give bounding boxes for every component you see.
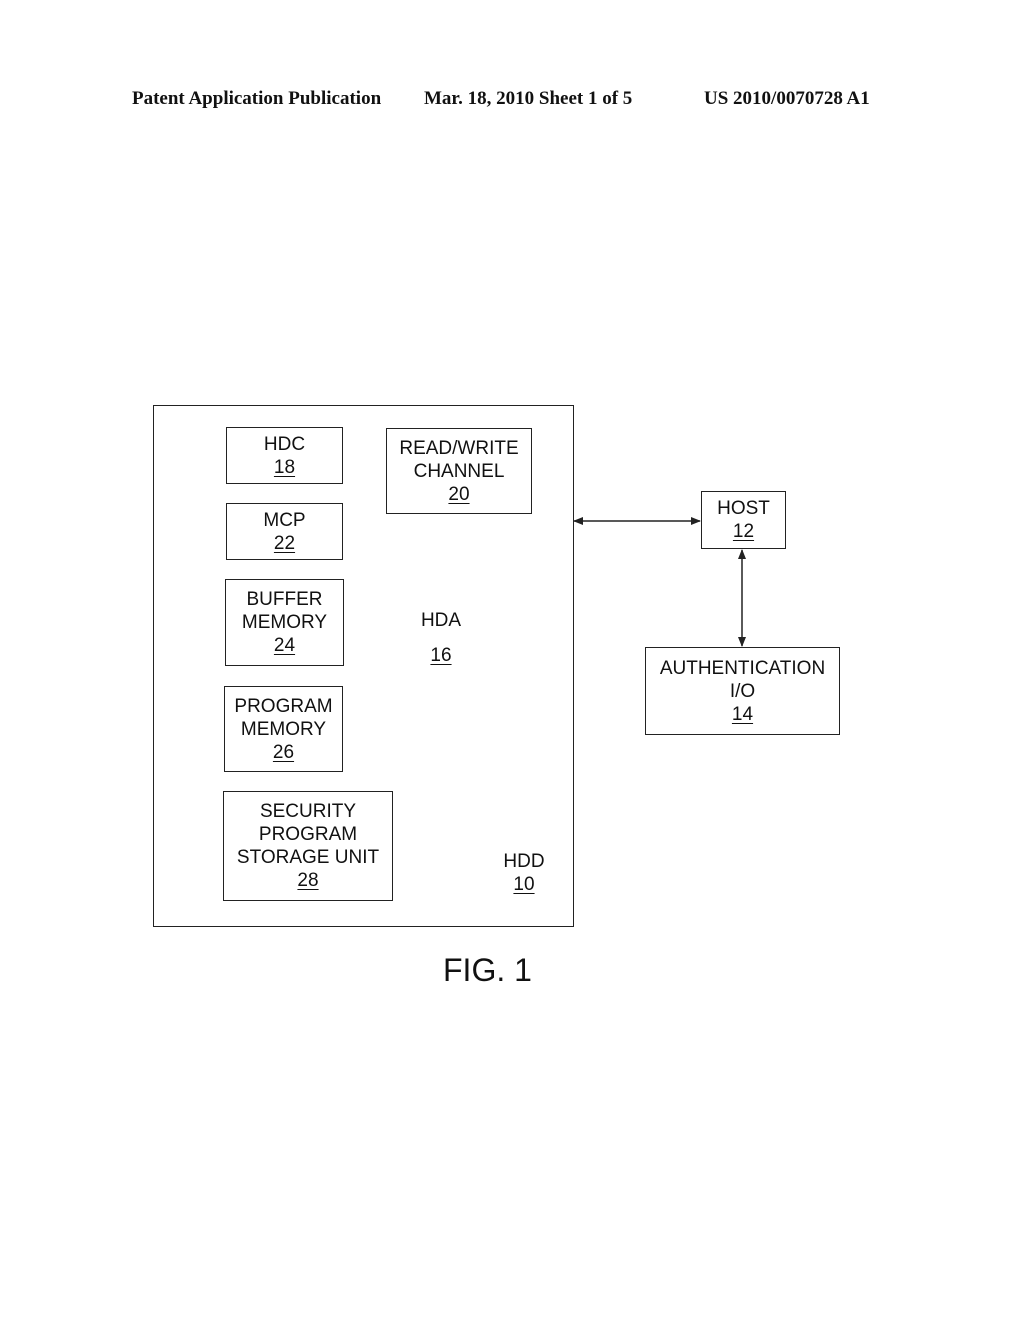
host-label: HOST <box>717 498 770 519</box>
hdd-label: HDD <box>503 851 545 872</box>
program-memory-line2: MEMORY <box>240 718 327 740</box>
hdd-ref: 10 <box>513 874 535 895</box>
buffer-memory-line2: MEMORY <box>241 612 328 633</box>
hda-label: HDA <box>420 610 462 631</box>
rw-channel-line2: CHANNEL <box>413 460 505 482</box>
hdc-label: HDC <box>263 433 306 455</box>
auth-io-ref: 14 <box>731 703 754 725</box>
buffer-memory-line1: BUFFER <box>246 589 323 610</box>
security-storage-box: SECURITY PROGRAM STORAGE UNIT 28 <box>223 791 393 901</box>
hdc-box: HDC 18 <box>226 427 343 484</box>
program-memory-ref: 26 <box>272 741 295 763</box>
hdc-ref: 18 <box>273 456 296 478</box>
security-storage-line2: PROGRAM <box>258 824 358 845</box>
security-storage-ref: 28 <box>297 870 319 891</box>
rw-channel-line1: READ/WRITE <box>399 437 519 459</box>
buffer-memory-ref: 24 <box>273 635 296 656</box>
security-storage-line3: STORAGE UNIT <box>236 847 380 868</box>
rw-channel-box: READ/WRITE CHANNEL 20 <box>386 428 532 514</box>
hda-ref: 16 <box>430 645 452 666</box>
host-box: HOST 12 <box>701 491 786 549</box>
auth-io-line2: I/O <box>729 680 756 702</box>
rw-channel-ref: 20 <box>448 483 470 505</box>
auth-io-box: AUTHENTICATION I/O 14 <box>645 647 840 735</box>
program-memory-line1: PROGRAM <box>234 695 333 717</box>
auth-io-line1: AUTHENTICATION <box>659 657 826 679</box>
mcp-label: MCP <box>263 509 306 531</box>
buffer-memory-box: BUFFER MEMORY 24 <box>225 579 344 666</box>
figure-caption: FIG. 1 <box>443 952 532 988</box>
mcp-box: MCP 22 <box>226 503 343 560</box>
host-ref: 12 <box>732 521 755 542</box>
mcp-ref: 22 <box>273 532 296 554</box>
program-memory-box: PROGRAM MEMORY 26 <box>224 686 343 772</box>
security-storage-line1: SECURITY <box>259 801 357 822</box>
